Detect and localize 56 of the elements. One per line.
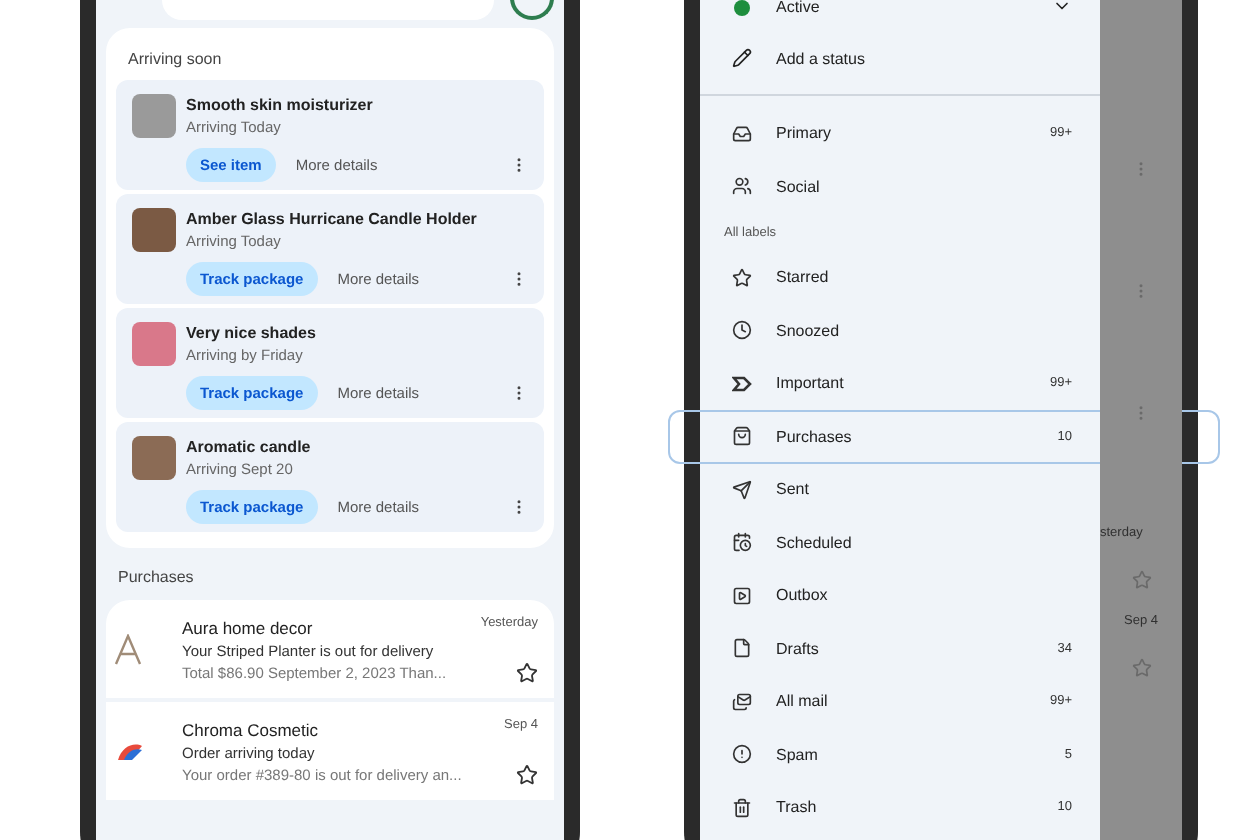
drawer-item[interactable]: Snoozed <box>720 304 1088 357</box>
photo-placeholder <box>132 322 176 366</box>
section-title: Purchases <box>116 566 196 590</box>
mail-sender: Aura home decor <box>182 616 315 640</box>
drawer-item[interactable]: Outbox <box>720 569 1088 622</box>
drawer-item[interactable]: Social <box>720 160 1088 213</box>
drawer-item-label: Trash <box>776 798 817 817</box>
drawer-item[interactable]: Sent <box>720 463 1088 516</box>
item-name: Very nice shades <box>186 322 318 344</box>
clock-icon <box>732 320 752 341</box>
pencil-icon <box>732 48 752 69</box>
drawer-item-label: Primary <box>776 124 832 143</box>
mail-stack-icon <box>732 691 752 712</box>
inbox-icon <box>732 123 752 144</box>
file-icon <box>732 638 752 659</box>
item-name: Aromatic candle <box>186 436 313 458</box>
photo-placeholder <box>132 94 176 138</box>
trash-icon <box>732 797 752 818</box>
calendar-clock-icon <box>732 532 752 553</box>
send-icon <box>732 479 752 500</box>
add-status-label: Add a status <box>776 49 865 68</box>
drawer-item-label: Snoozed <box>776 321 840 340</box>
star-icon[interactable] <box>516 764 538 786</box>
people-icon <box>732 176 752 197</box>
drawer-item-label: Important <box>776 374 844 393</box>
logo-icon <box>114 634 142 666</box>
drawer-item-label: Social <box>776 177 820 196</box>
label-arrow-icon <box>732 373 752 394</box>
alert-icon <box>732 744 752 765</box>
outbox-icon <box>732 585 752 606</box>
shopping-bag-icon <box>732 426 752 447</box>
drawer-item-label: Scheduled <box>776 533 852 552</box>
drawer-item-label: Sent <box>776 480 809 499</box>
drawer-item-label: Spam <box>776 745 818 764</box>
logo-icon <box>114 740 146 764</box>
status-label: Active <box>776 0 820 16</box>
item-name: Amber Glass Hurricane Candle Holder <box>186 208 479 230</box>
star-icon[interactable] <box>516 662 538 684</box>
drawer-item-label: All mail <box>776 692 828 711</box>
star-icon <box>1131 658 1151 678</box>
drawer-item[interactable]: Scheduled <box>720 516 1088 569</box>
star-icon <box>1131 570 1151 590</box>
drawer-item[interactable]: Starred <box>720 251 1088 304</box>
add-status-item[interactable]: Add a status <box>720 32 1088 85</box>
drawer-item-label: Drafts <box>776 639 819 658</box>
drawer-item-label: Purchases <box>776 427 852 446</box>
mail-sender: Chroma Cosmetic <box>182 718 321 742</box>
item-name: Smooth skin moisturizer <box>186 94 375 116</box>
avatar[interactable] <box>510 0 554 20</box>
status-selector[interactable]: Active <box>720 0 1088 16</box>
section-title: Arriving soon <box>126 48 224 72</box>
photo-placeholder <box>132 436 176 480</box>
star-icon <box>732 267 752 288</box>
drawer-item-label: Outbox <box>776 586 828 605</box>
photo-placeholder <box>132 208 176 252</box>
drawer-item-label: Starred <box>776 268 829 287</box>
